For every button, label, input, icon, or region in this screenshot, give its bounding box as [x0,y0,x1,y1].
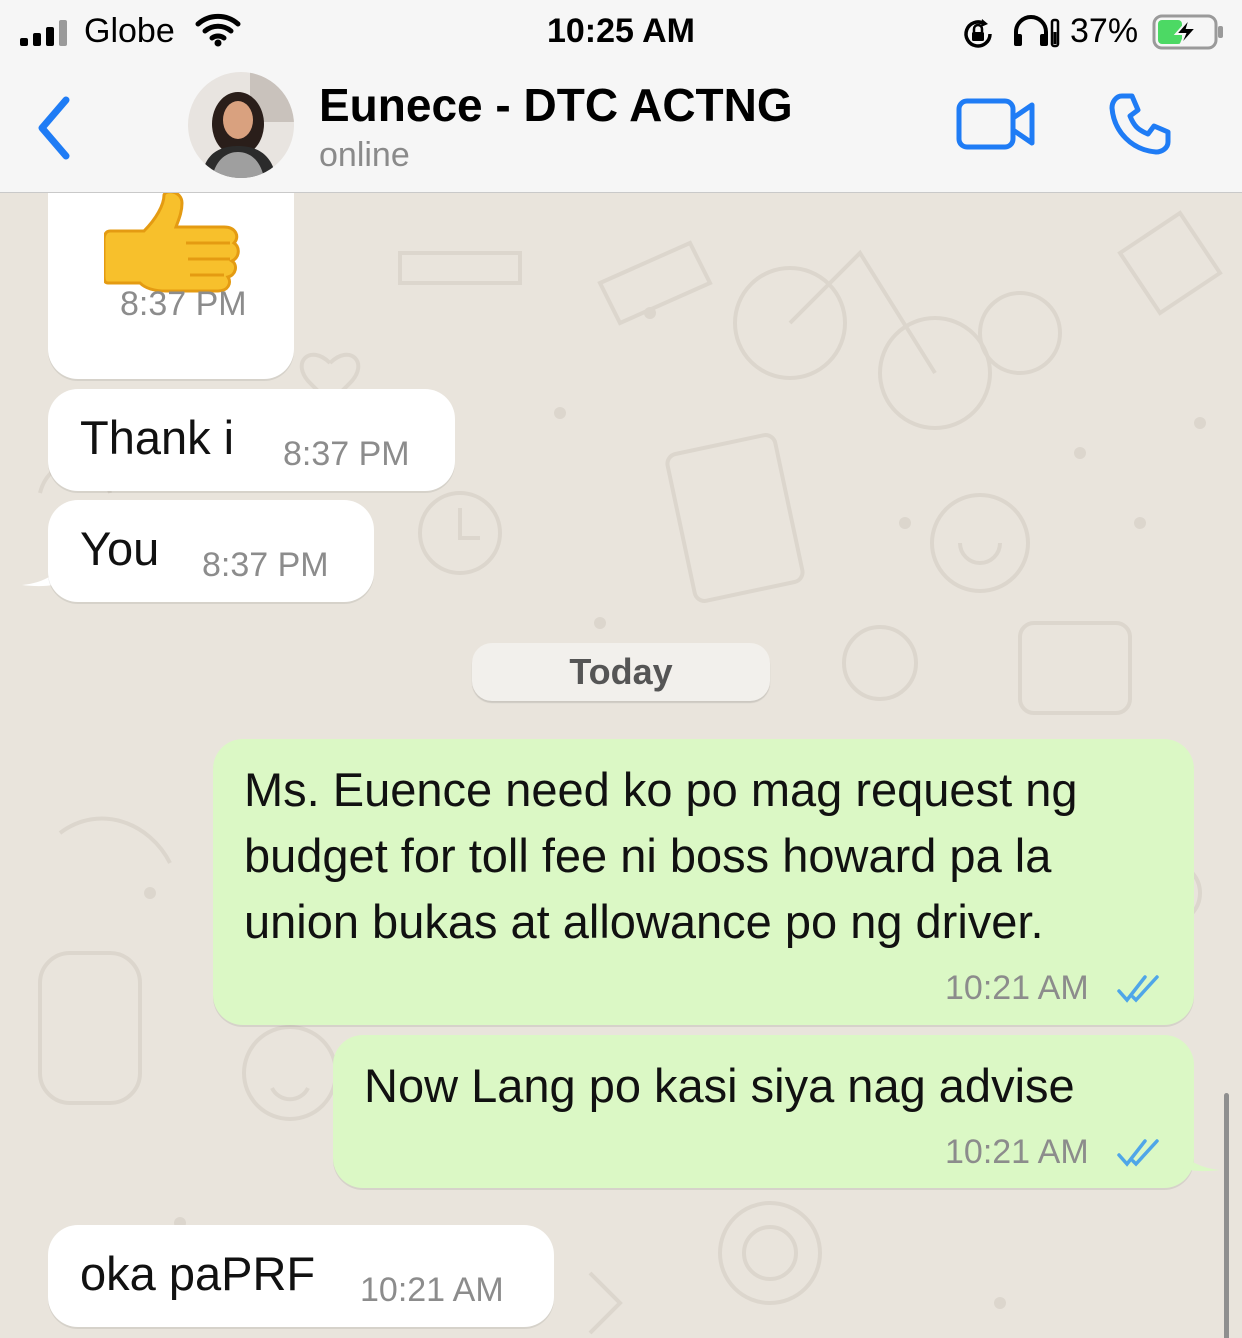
message-time: 10:21 AM [360,1271,504,1309]
read-receipt-icon [1117,1139,1159,1167]
day-divider: Today [472,643,770,701]
message-bubble-incoming[interactable]: You 8:37 PM [48,500,374,602]
message-bubble-outgoing[interactable]: Now Lang po kasi siya nag advise 10:21 A… [333,1035,1194,1188]
message-bubble-incoming[interactable]: oka paPRF 10:21 AM [48,1225,554,1327]
bubble-tail-outgoing [1174,1138,1220,1172]
message-bubble-outgoing[interactable]: Ms. Euence need ko po mag request ng bud… [213,739,1194,1025]
chat-header: Eunece - DTC ACTNG online [0,64,1242,193]
message-text-line: budget for toll fee ni boss howard pa la [244,829,1052,882]
message-time: 8:37 PM [120,285,247,323]
message-bubble-incoming[interactable]: 8:37 PM [48,193,294,379]
back-chevron-icon[interactable] [30,94,80,164]
contact-name[interactable]: Eunece - DTC ACTNG [319,78,793,132]
thumbs-up-emoji [104,193,240,293]
message-text: You [80,522,160,575]
message-text: oka paPRF [80,1247,316,1300]
read-receipt-icon [1117,975,1159,1003]
message-text: Now Lang po kasi siya nag advise [364,1059,1075,1112]
phone-icon[interactable] [1108,92,1172,156]
chat-area[interactable]: 8:37 PM Thank i 8:37 PM You 8:37 PM Toda… [0,193,1242,1338]
rotation-lock-icon [964,19,992,48]
status-bar: Globe 10:25 AM 37% [0,0,1242,64]
avatar[interactable] [188,72,294,178]
day-divider-label: Today [569,651,673,692]
message-time: 8:37 PM [283,435,410,473]
message-time: 10:21 AM [945,969,1089,1007]
video-camera-icon[interactable] [956,96,1036,152]
battery-charging-icon [1152,14,1223,50]
battery-percent: 37% [1070,12,1139,50]
headphones-icon [1014,15,1060,48]
contact-status: online [319,136,410,174]
message-bubble-incoming[interactable]: Thank i 8:37 PM [48,389,455,491]
message-text: Thank i [80,411,235,464]
scrollbar[interactable] [1224,1093,1229,1338]
message-time: 10:21 AM [945,1133,1089,1171]
message-text-line: union bukas at allowance po ng driver. [244,895,1044,948]
message-time: 8:37 PM [202,546,329,584]
message-text-line: Ms. Euence need ko po mag request ng [244,763,1078,816]
